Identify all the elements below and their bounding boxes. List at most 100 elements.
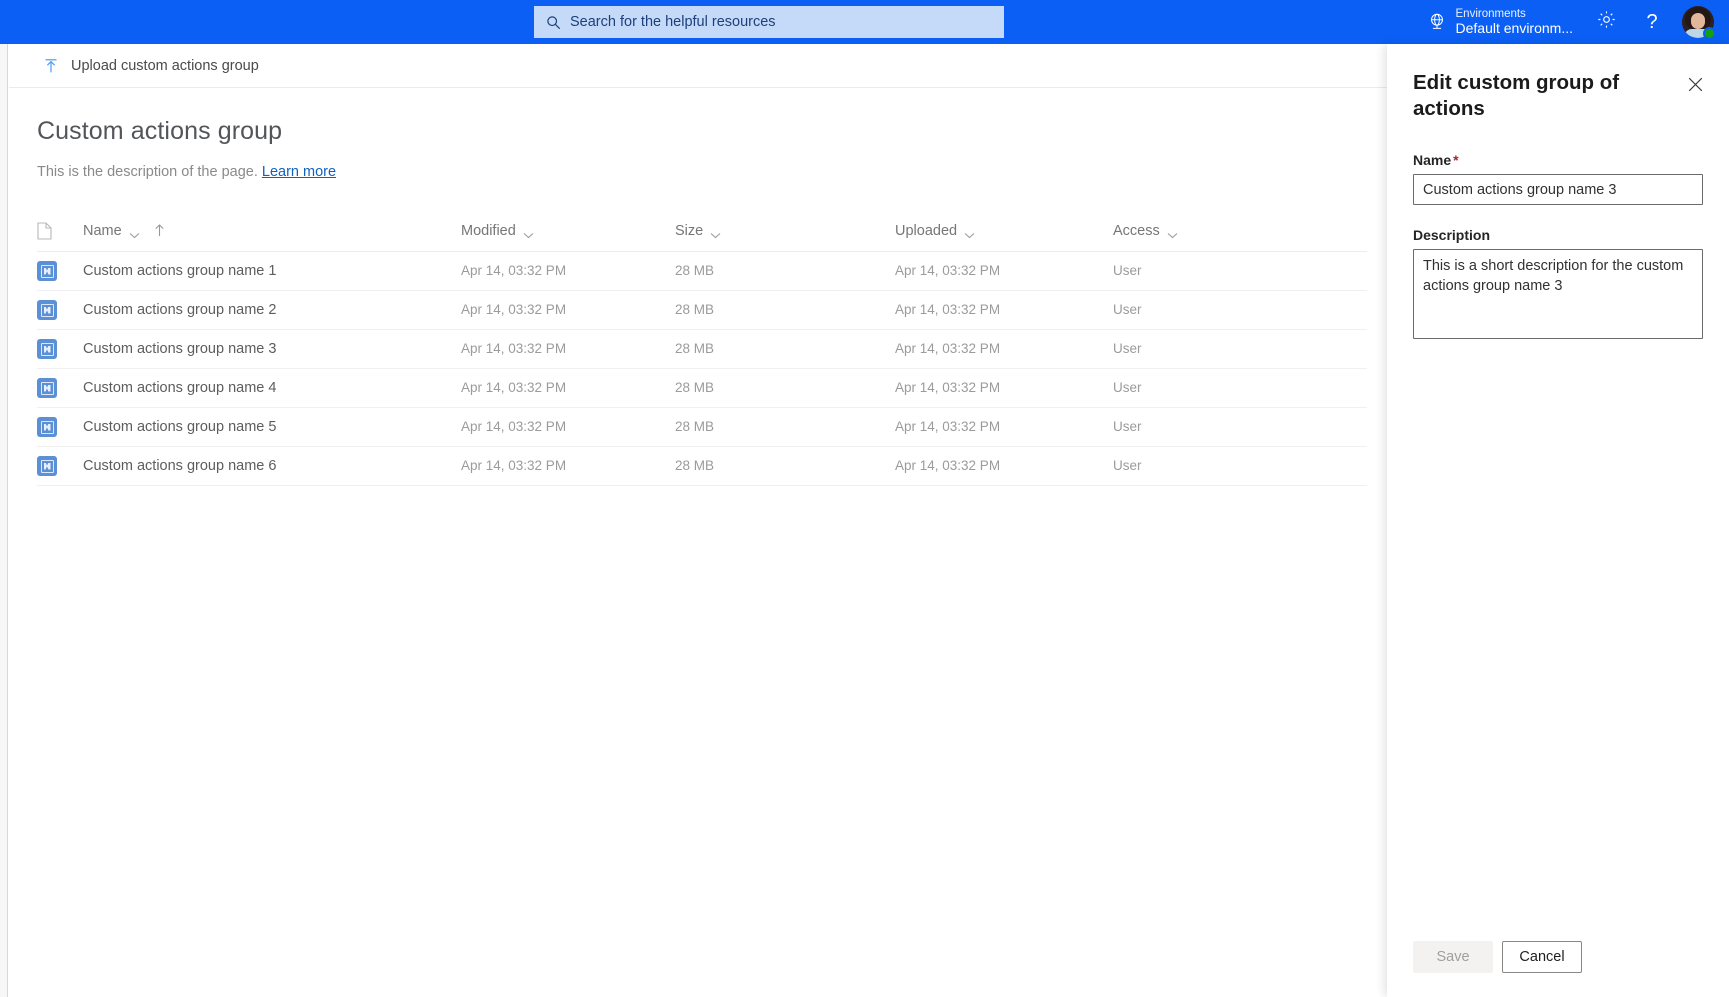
row-uploaded: Apr 14, 03:32 PM	[895, 263, 1001, 278]
column-header-name-label: Name	[83, 222, 122, 239]
panel-close-button[interactable]	[1681, 72, 1709, 100]
column-header-access-label: Access	[1113, 222, 1160, 239]
row-size: 28 MB	[675, 458, 715, 473]
row-modified: Apr 14, 03:32 PM	[461, 302, 567, 317]
edit-panel: Edit custom group of actions Name* Descr…	[1387, 44, 1729, 997]
column-header-modified[interactable]: Modified	[461, 223, 675, 239]
help-button[interactable]: ?	[1629, 0, 1675, 44]
description-field-label: Description	[1413, 227, 1491, 244]
name-field-label-text: Name	[1413, 152, 1452, 169]
column-header-size[interactable]: Size	[675, 223, 895, 239]
question-mark-icon: ?	[1646, 11, 1658, 33]
row-name: Custom actions group name 2	[83, 302, 277, 318]
column-header-size-label: Size	[675, 222, 704, 239]
row-name: Custom actions group name 3	[83, 341, 277, 357]
name-input[interactable]	[1413, 174, 1703, 206]
row-icon-cell	[37, 339, 83, 359]
global-search-placeholder: Search for the helpful resources	[570, 14, 776, 30]
table-row[interactable]: Custom actions group name 5 Apr 14, 03:32…	[37, 408, 1367, 447]
left-rail	[0, 44, 8, 997]
row-size: 28 MB	[675, 419, 715, 434]
table-row[interactable]: Custom actions group name 2 Apr 14, 03:32…	[37, 291, 1367, 330]
list-header-row: Name Modified Size Uploaded Access	[37, 210, 1367, 252]
row-name: Custom actions group name 4	[83, 380, 277, 396]
row-access: User	[1113, 341, 1142, 356]
row-uploaded: Apr 14, 03:32 PM	[895, 380, 1001, 395]
row-size: 28 MB	[675, 341, 715, 356]
row-uploaded: Apr 14, 03:32 PM	[895, 302, 1001, 317]
row-modified: Apr 14, 03:32 PM	[461, 458, 567, 473]
row-modified: Apr 14, 03:32 PM	[461, 419, 567, 434]
page-content: Custom actions group This is the descrip…	[9, 89, 1387, 486]
column-header-modified-label: Modified	[461, 222, 516, 239]
required-marker: *	[1453, 152, 1459, 169]
row-name: Custom actions group name 6	[83, 458, 277, 474]
environment-picker[interactable]: Environments Default environm...	[1417, 0, 1584, 44]
panel-body: Name* Description This is a short descri…	[1387, 122, 1729, 941]
select-all-column-header[interactable]	[37, 221, 83, 240]
row-uploaded: Apr 14, 03:32 PM	[895, 341, 1001, 356]
row-size: 28 MB	[675, 380, 715, 395]
row-access: User	[1113, 263, 1142, 278]
row-icon-cell	[37, 261, 83, 281]
row-access: User	[1113, 380, 1142, 395]
list-body: Custom actions group name 1 Apr 14, 03:32…	[37, 252, 1367, 486]
table-row[interactable]: Custom actions group name 1 Apr 14, 03:32…	[37, 252, 1367, 291]
suite-bar-actions: Environments Default environm... ?	[1417, 0, 1722, 44]
column-header-uploaded-label: Uploaded	[895, 222, 958, 239]
environment-value: Default environm...	[1455, 19, 1574, 36]
row-icon-cell	[37, 300, 83, 320]
page-description-text: This is the description of the page.	[37, 164, 258, 180]
row-name: Custom actions group name 1	[83, 263, 277, 279]
suite-bar: Search for the helpful resources Environ…	[0, 0, 1729, 44]
global-search-box[interactable]: Search for the helpful resources	[534, 6, 1004, 38]
upload-icon	[43, 58, 59, 74]
page-title: Custom actions group	[37, 117, 283, 145]
column-header-uploaded[interactable]: Uploaded	[895, 223, 1113, 239]
panel-footer: Save Cancel	[1387, 941, 1729, 997]
custom-action-group-icon	[37, 300, 57, 320]
table-row[interactable]: Custom actions group name 6 Apr 14, 03:32…	[37, 447, 1367, 486]
row-icon-cell	[37, 417, 83, 437]
row-icon-cell	[37, 456, 83, 476]
learn-more-link[interactable]: Learn more	[262, 164, 336, 180]
search-icon	[546, 15, 561, 30]
custom-action-group-icon	[37, 378, 57, 398]
description-textarea[interactable]: This is a short description for the cust…	[1413, 249, 1703, 340]
chevron-down-icon	[710, 227, 721, 239]
panel-header: Edit custom group of actions	[1387, 44, 1729, 122]
chevron-down-icon	[1167, 227, 1178, 239]
cancel-button[interactable]: Cancel	[1502, 941, 1582, 973]
custom-action-group-icon	[37, 456, 57, 476]
column-header-access[interactable]: Access	[1113, 223, 1293, 239]
row-access: User	[1113, 458, 1142, 473]
chevron-down-icon	[129, 227, 140, 239]
row-size: 28 MB	[675, 302, 715, 317]
column-header-name[interactable]: Name	[83, 223, 461, 239]
row-icon-cell	[37, 378, 83, 398]
row-access: User	[1113, 302, 1142, 317]
chevron-down-icon	[523, 227, 534, 239]
row-uploaded: Apr 14, 03:32 PM	[895, 419, 1001, 434]
custom-actions-group-list: Name Modified Size Uploaded Access Custo…	[37, 210, 1367, 486]
document-icon	[37, 221, 52, 240]
row-uploaded: Apr 14, 03:32 PM	[895, 458, 1001, 473]
row-access: User	[1113, 419, 1142, 434]
upload-custom-actions-group-button[interactable]: Upload custom actions group	[37, 48, 265, 84]
row-name: Custom actions group name 5	[83, 419, 277, 435]
page-description: This is the description of the page. Lea…	[9, 146, 1387, 180]
table-row[interactable]: Custom actions group name 3 Apr 14, 03:32…	[37, 330, 1367, 369]
row-modified: Apr 14, 03:32 PM	[461, 380, 567, 395]
custom-action-group-icon	[37, 339, 57, 359]
gear-icon	[1597, 10, 1616, 34]
account-button[interactable]	[1675, 0, 1721, 44]
environment-label: Environments	[1455, 7, 1526, 20]
table-row[interactable]: Custom actions group name 4 Apr 14, 03:32…	[37, 369, 1367, 408]
close-icon	[1688, 77, 1703, 95]
settings-button[interactable]	[1583, 0, 1629, 44]
row-modified: Apr 14, 03:32 PM	[461, 263, 567, 278]
save-button[interactable]: Save	[1413, 941, 1493, 973]
row-modified: Apr 14, 03:32 PM	[461, 341, 567, 356]
name-field-label: Name *	[1413, 152, 1703, 168]
custom-action-group-icon	[37, 261, 57, 281]
